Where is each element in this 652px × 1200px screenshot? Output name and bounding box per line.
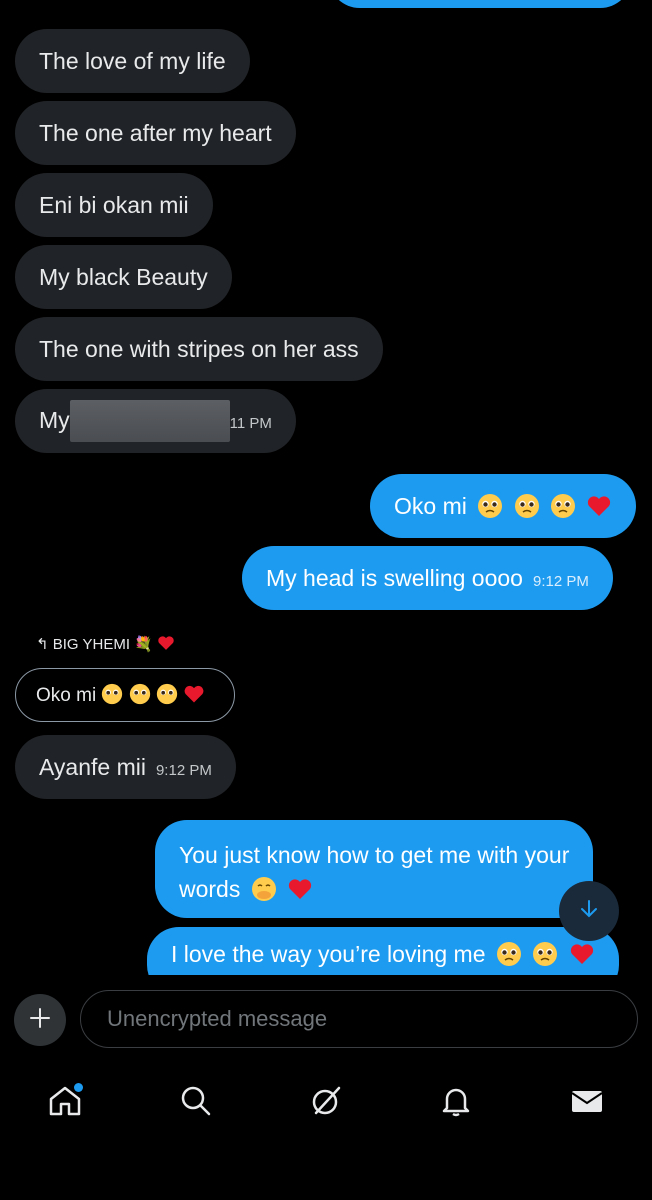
pleading-face-icon [101,683,128,706]
message-text: The love of my life [39,48,226,74]
red-heart-icon [582,493,612,519]
message-composer [0,988,652,1052]
messages-icon [569,1083,605,1124]
timestamp: 9:12 PM [155,762,212,779]
pleading-face-icon [546,493,582,519]
incoming-message[interactable]: The one after my heart [15,101,296,165]
incoming-message[interactable]: My 11 PM [15,389,296,453]
pleading-face-icon [510,493,546,519]
red-heart-icon [283,876,313,902]
search-icon [178,1083,214,1124]
message-text: My head is swelling oooo [266,565,523,591]
home-tab[interactable] [39,1077,91,1129]
incoming-message[interactable]: Ayanfe mii 9:12 PM [15,735,236,799]
quoted-text: Oko mi [36,685,97,706]
face-with-hand-over-mouth-icon [247,876,283,902]
message-text: Ayanfe mii [39,754,146,780]
messages-tab[interactable] [561,1077,613,1129]
incoming-message[interactable]: My black Beauty [15,245,232,309]
notifications-icon [438,1083,474,1124]
outgoing-message[interactable]: My head is swelling oooo 9:12 PM [242,546,613,610]
notifications-tab[interactable] [430,1077,482,1129]
pleading-face-icon [473,493,509,519]
pleading-face-icon [156,683,183,706]
add-attachment-button[interactable] [14,994,66,1046]
red-heart-icon [565,941,595,967]
bottom-nav [0,1070,652,1136]
grok-tab[interactable] [300,1077,352,1129]
outgoing-message-partial [328,0,632,8]
search-tab[interactable] [170,1077,222,1129]
reply-arrow-icon: ↰ [36,636,49,653]
quoted-message[interactable]: Oko mi [15,668,235,722]
incoming-message[interactable]: The love of my life [15,29,250,93]
message-text: My [39,407,70,433]
pleading-face-icon [129,683,156,706]
message-text: The one with stripes on her ass [39,336,359,362]
red-heart-icon [157,636,175,653]
message-text: I love the way you’re loving me [171,941,486,967]
scroll-to-bottom-button[interactable] [559,881,619,941]
red-heart-icon [183,685,205,706]
message-text: Eni bi okan mii [39,192,189,218]
grok-icon [308,1083,344,1124]
redacted-block [69,400,230,442]
message-text: My black Beauty [39,264,208,290]
message-text: You just know how to get me with your [179,842,570,868]
timestamp: 9:12 PM [532,573,589,590]
pleading-face-icon [492,941,528,967]
chat-thread[interactable]: The love of my life The one after my hea… [0,0,652,975]
incoming-message[interactable]: The one with stripes on her ass [15,317,383,381]
message-text: words [179,876,241,902]
outgoing-message[interactable]: I love the way you’re loving me [147,927,619,975]
message-input[interactable] [80,990,638,1048]
outgoing-message[interactable]: Oko mi [370,474,637,538]
message-text: Oko mi [394,493,467,519]
message-text: The one after my heart [39,120,272,146]
incoming-message[interactable]: Eni bi okan mii [15,173,213,237]
pleading-face-icon [528,941,564,967]
plus-icon [28,1006,52,1035]
arrow-down-icon [578,898,600,925]
bouquet-icon: 💐 [134,636,153,653]
reply-context: ↰ BIG YHEMI 💐 [36,634,175,653]
outgoing-message[interactable]: You just know how to get me with your wo… [155,820,594,918]
timestamp: 11 PM [229,415,272,432]
reply-to-name: BIG YHEMI [52,636,130,653]
